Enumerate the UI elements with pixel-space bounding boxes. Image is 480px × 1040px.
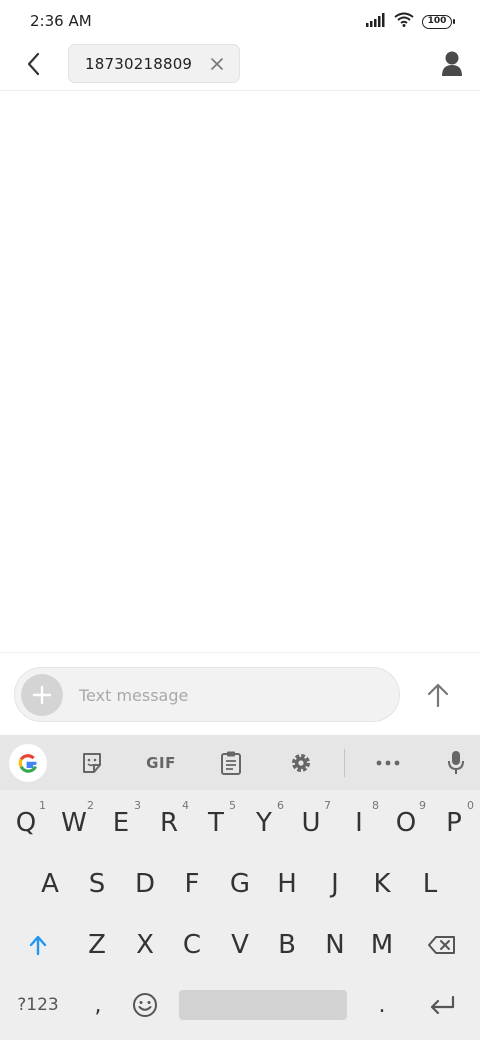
key-x[interactable]: X (125, 920, 165, 970)
key-e[interactable]: E3 (101, 798, 141, 848)
key-c[interactable]: C (172, 920, 212, 970)
arrow-up-icon (427, 683, 449, 708)
signal-icon (366, 12, 386, 31)
key-w[interactable]: W2 (54, 798, 94, 848)
key-n[interactable]: N (315, 920, 355, 970)
key-o[interactable]: O9 (386, 798, 426, 848)
add-contact-button[interactable] (438, 48, 466, 80)
keyboard-toolbar: GIF (0, 735, 480, 790)
sticker-button[interactable] (72, 743, 112, 783)
add-attachment-button[interactable] (21, 674, 63, 716)
compose-bar (0, 652, 480, 735)
mic-icon (448, 751, 464, 774)
battery-icon: 100 (422, 14, 455, 29)
key-s[interactable]: S (77, 859, 117, 909)
conversation-header: 18730218809 (0, 44, 480, 91)
key-p[interactable]: P0 (434, 798, 474, 848)
send-button[interactable] (420, 677, 456, 713)
emoji-key[interactable] (125, 980, 165, 1030)
backspace-key[interactable] (420, 920, 464, 970)
backspace-icon (428, 936, 455, 954)
gear-icon (292, 754, 310, 772)
settings-button[interactable] (281, 743, 321, 783)
message-field (14, 667, 400, 722)
more-icon (376, 760, 400, 766)
message-input[interactable] (79, 682, 379, 708)
gif-label: GIF (146, 754, 176, 772)
key-z[interactable]: Z (77, 920, 117, 970)
key-j[interactable]: J (315, 859, 355, 909)
symbols-key[interactable]: ?123 (10, 985, 66, 1025)
google-icon (18, 754, 38, 773)
key-v[interactable]: V (220, 920, 260, 970)
conversation-area (0, 92, 480, 652)
more-button[interactable] (368, 743, 408, 783)
wifi-icon (394, 12, 414, 31)
key-t[interactable]: T5 (196, 798, 236, 848)
keyboard: GIF Q 1 W 2 E 3 R 4 T 5 Y 6 U 7 I 8 O 9 … (0, 735, 480, 1040)
shift-key[interactable] (18, 920, 58, 970)
gif-button[interactable]: GIF (136, 743, 186, 783)
key-l[interactable]: L (410, 859, 450, 909)
status-icons: 100 (366, 12, 455, 31)
person-icon (442, 51, 462, 76)
recipient-chip[interactable]: 18730218809 (68, 44, 240, 83)
close-icon (211, 58, 223, 70)
enter-key[interactable] (420, 980, 464, 1030)
toolbar-divider (344, 749, 345, 777)
comma-key[interactable]: , (78, 980, 118, 1030)
key-q[interactable]: Q1 (6, 798, 46, 848)
period-key[interactable]: . (362, 980, 402, 1030)
remove-recipient-button[interactable] (209, 56, 225, 72)
sticker-icon (83, 753, 101, 773)
key-k[interactable]: K (362, 859, 402, 909)
clipboard-button[interactable] (211, 743, 251, 783)
key-h[interactable]: H (267, 859, 307, 909)
key-g[interactable]: G (220, 859, 260, 909)
voice-input-button[interactable] (436, 743, 476, 783)
plus-icon (32, 685, 52, 705)
key-f[interactable]: F (172, 859, 212, 909)
chevron-left-icon (27, 52, 40, 76)
key-r[interactable]: R4 (149, 798, 189, 848)
key-u[interactable]: U7 (291, 798, 331, 848)
key-a[interactable]: A (30, 859, 70, 909)
recipient-number: 18730218809 (85, 54, 193, 73)
key-i[interactable]: I8 (339, 798, 379, 848)
key-d[interactable]: D (125, 859, 165, 909)
shift-arrow-icon (29, 935, 47, 956)
google-search-button[interactable] (8, 743, 48, 783)
key-y[interactable]: Y6 (244, 798, 284, 848)
space-bar[interactable] (179, 990, 347, 1020)
emoji-icon (133, 993, 157, 1017)
status-bar: 2:36 AM 100 (0, 0, 480, 44)
status-time: 2:36 AM (30, 12, 92, 30)
clipboard-icon (221, 751, 241, 775)
key-b[interactable]: B (267, 920, 307, 970)
back-button[interactable] (18, 46, 50, 82)
key-m[interactable]: M (362, 920, 402, 970)
enter-icon (430, 995, 455, 1015)
